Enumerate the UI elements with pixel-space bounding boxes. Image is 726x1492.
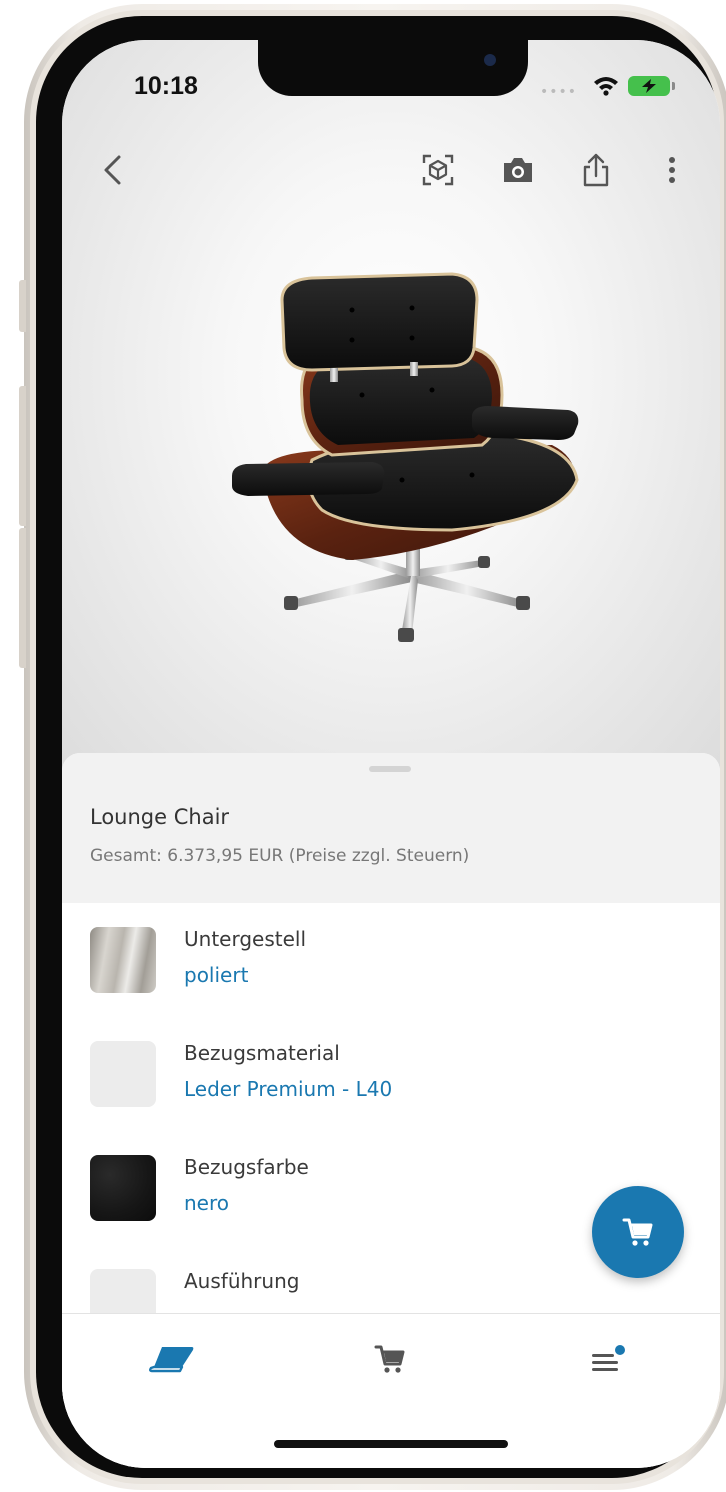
notch [258, 40, 528, 96]
product-total-price: Gesamt: 6.373,95 EUR (Preise zzgl. Steue… [90, 846, 470, 866]
status-bar: 10:18 •••• [62, 40, 720, 120]
wifi-icon [594, 77, 618, 96]
battery-tip [672, 82, 675, 90]
camera-icon [504, 158, 532, 182]
tab-catalog[interactable] [142, 1334, 202, 1384]
catalog-book-icon [149, 1347, 194, 1373]
share-icon [583, 153, 609, 187]
option-value: nero [184, 1191, 229, 1215]
option-row-bezugsmaterial[interactable]: Bezugsmaterial Leder Premium - L40 [62, 1041, 720, 1151]
back-button[interactable] [92, 150, 132, 190]
swatch-empty [90, 1041, 156, 1107]
cellular-signal-icon: •••• [540, 84, 578, 100]
volume-down-button [19, 528, 26, 668]
chevron-left-icon [104, 155, 121, 185]
option-value: Leder Premium - L40 [184, 1077, 393, 1101]
product-title: Lounge Chair [90, 805, 230, 829]
option-label: Ausführung [184, 1269, 300, 1293]
option-row-untergestell[interactable]: Untergestell poliert [62, 927, 720, 1037]
sheet-grabber[interactable] [369, 766, 411, 772]
option-label: Bezugsmaterial [184, 1041, 340, 1065]
menu-icon [592, 1345, 625, 1371]
notification-dot [615, 1345, 625, 1355]
swatch-black-leather [90, 1155, 156, 1221]
cart-icon [622, 1218, 653, 1246]
volume-up-button [19, 386, 26, 526]
lounge-chair-image [232, 272, 579, 642]
camera-button[interactable] [498, 150, 538, 190]
screen: 10:18 •••• Lounge Chair Gesamt: 6.373,95… [62, 40, 720, 1468]
swatch-polished [90, 927, 156, 993]
option-value: poliert [184, 963, 249, 987]
tab-cart[interactable] [360, 1334, 420, 1384]
mute-switch [19, 280, 26, 332]
more-options-button[interactable] [652, 150, 692, 190]
ar-view-button[interactable] [418, 150, 458, 190]
status-time: 10:18 [134, 72, 198, 100]
more-vertical-icon [669, 157, 675, 183]
sheet-header: Lounge Chair Gesamt: 6.373,95 EUR (Preis… [62, 753, 720, 903]
option-label: Untergestell [184, 927, 307, 951]
front-camera [484, 54, 496, 66]
product-image-area[interactable] [62, 40, 720, 780]
battery-charging-icon [628, 76, 670, 96]
option-label: Bezugsfarbe [184, 1155, 309, 1179]
cart-icon [374, 1345, 405, 1373]
share-button[interactable] [576, 150, 616, 190]
tab-menu[interactable] [578, 1334, 638, 1384]
ar-cube-icon [422, 154, 454, 186]
home-indicator[interactable] [274, 1440, 508, 1448]
add-to-cart-button[interactable] [592, 1186, 684, 1278]
